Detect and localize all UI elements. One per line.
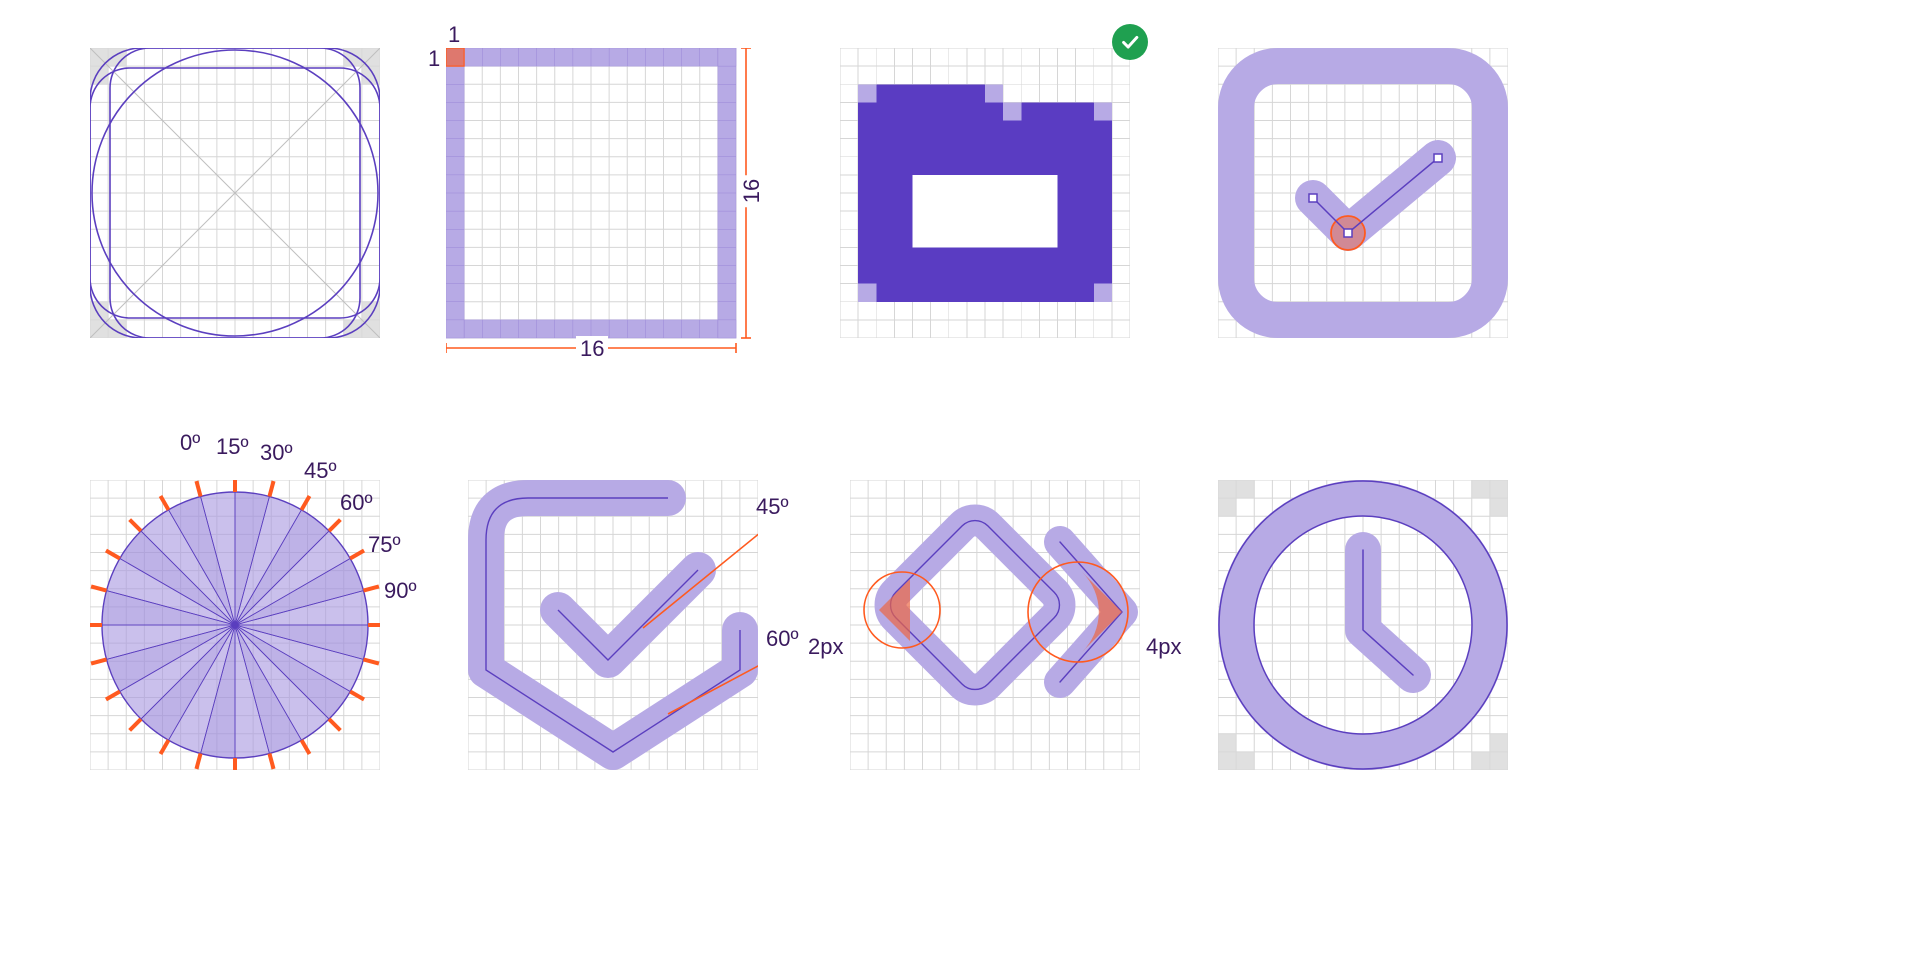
shield-svg [468, 480, 758, 770]
radius-large-label: 4px [1146, 634, 1181, 660]
angle-15: 15º [216, 434, 249, 460]
pixel-grid-dimensions-diagram: 1 1 16 16 [446, 48, 786, 388]
clock-hands [1363, 550, 1413, 675]
angle-75: 75º [368, 532, 401, 558]
shield-check-angles-diagram: 45º 60º [468, 480, 758, 770]
shield-angle-60: 60º [766, 626, 799, 652]
corner-dim-x: 1 [448, 22, 460, 48]
pixel-grid-svg [446, 48, 786, 388]
corner-dim-y: 1 [428, 46, 440, 72]
pixel-folder-svg [840, 48, 1130, 338]
pixel-folder-diagram [840, 48, 1130, 338]
height-label: 16 [739, 175, 765, 207]
corner-radius-svg [850, 480, 1140, 770]
width-label: 16 [576, 336, 608, 362]
keyline-grid-svg [90, 48, 380, 338]
angle-wheel-diagram: 0º 15º 30º 45º 60º 75º 90º [90, 480, 380, 770]
angle-45: 45º [304, 458, 337, 484]
angle-0: 0º [180, 430, 200, 456]
shield-angle-45: 45º [756, 494, 789, 520]
checkmark-stroke [1313, 158, 1438, 233]
clock-keyline-diagram [1218, 480, 1508, 770]
status-correct-icon [1112, 24, 1148, 60]
clock-svg [1218, 480, 1508, 770]
checkmark-icon [1119, 31, 1141, 53]
checkbox-anchors-diagram [1218, 48, 1508, 338]
angle-30: 30º [260, 440, 293, 466]
corner-radius-diagram: 2px 4px [850, 480, 1140, 770]
dimension-lines [446, 48, 751, 353]
shield-check [558, 570, 698, 660]
keyline-grid-diagram [90, 48, 380, 338]
radius-small-label: 2px [808, 634, 843, 660]
angle-wheel-svg [90, 480, 380, 770]
corner-pixel-highlight [446, 48, 464, 66]
angle-60: 60º [340, 490, 373, 516]
diamond-shape [883, 513, 1067, 697]
angle-90: 90º [384, 578, 417, 604]
checkbox-svg [1218, 48, 1508, 338]
